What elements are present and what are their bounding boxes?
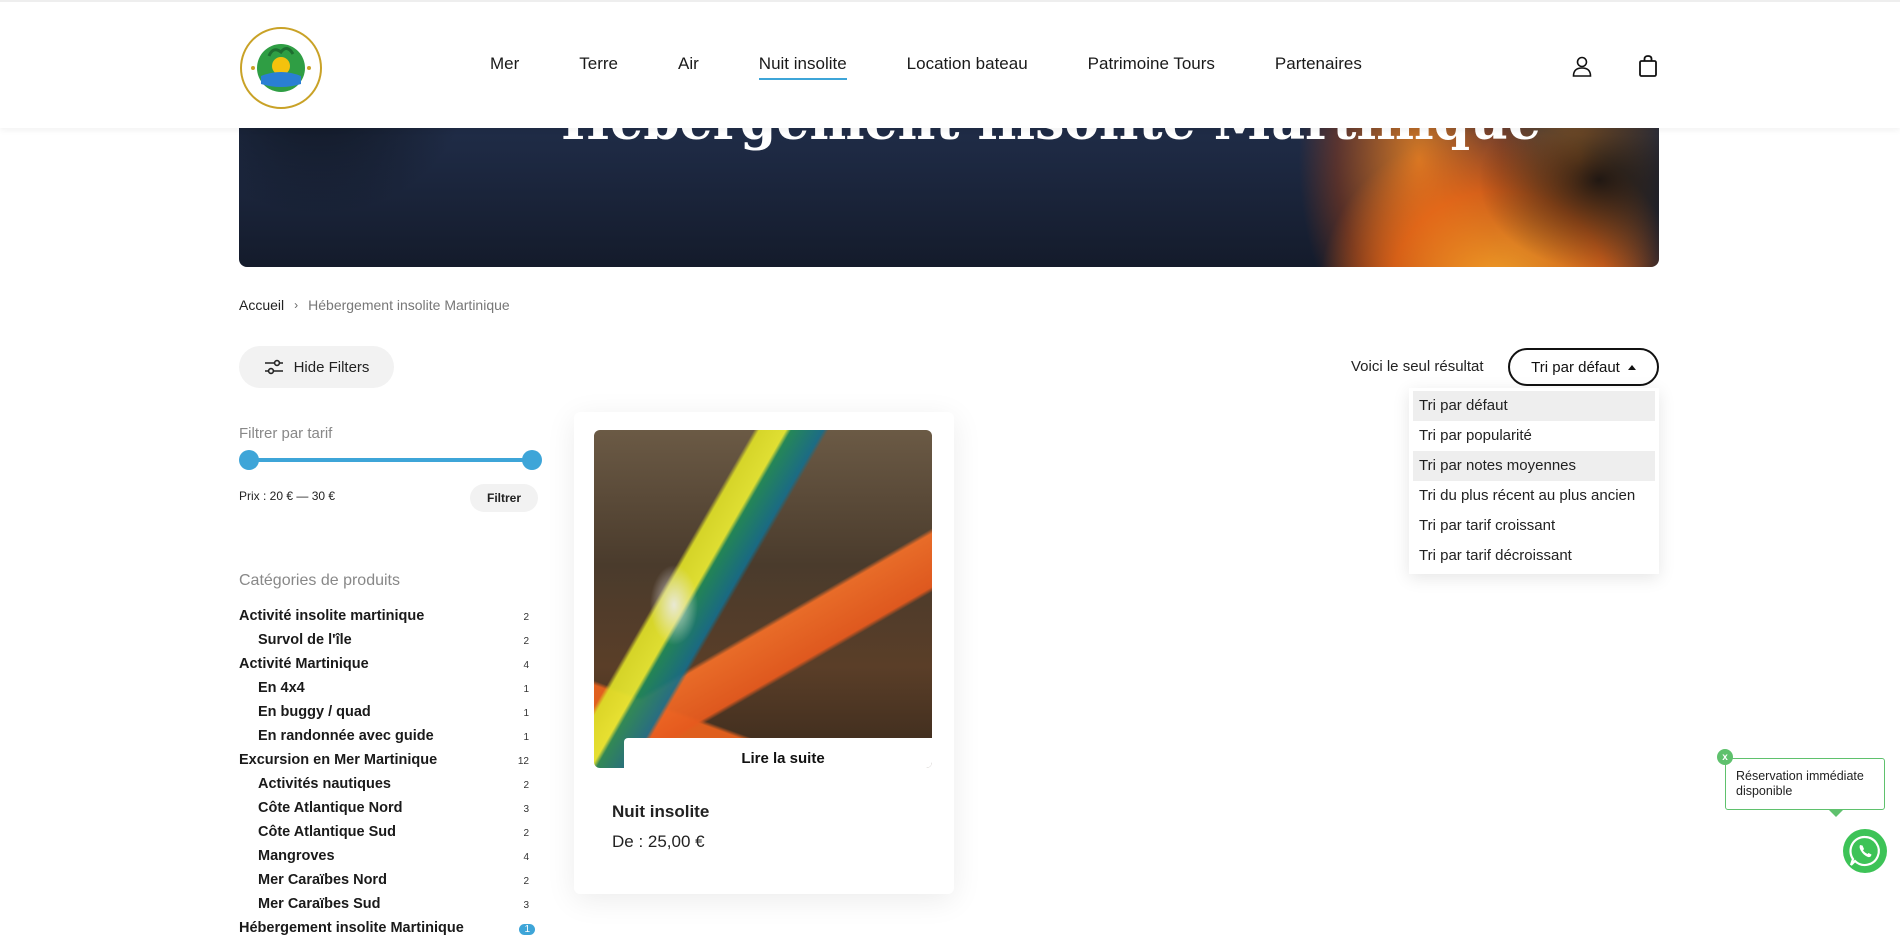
category-item[interactable]: En 4x4 1 (239, 676, 539, 700)
category-item[interactable]: Côte Atlantique Sud 2 (239, 820, 539, 844)
category-count: 1 (519, 924, 535, 935)
category-count: 3 (523, 900, 529, 911)
sort-option-rating[interactable]: Tri par notes moyennes (1413, 451, 1655, 481)
sort-option-date[interactable]: Tri du plus récent au plus ancien (1413, 481, 1655, 511)
site-header: Mer Terre Air Nuit insolite Location bat… (0, 0, 1900, 128)
price-slider-track[interactable] (248, 458, 532, 462)
nav-partenaires[interactable]: Partenaires (1275, 54, 1362, 80)
category-count: 1 (523, 732, 529, 743)
category-count: 4 (523, 852, 529, 863)
nav-patrimoine-tours[interactable]: Patrimoine Tours (1088, 54, 1215, 80)
category-label: En 4x4 (258, 680, 305, 696)
sort-option-price-asc[interactable]: Tri par tarif croissant (1413, 511, 1655, 541)
category-count: 4 (523, 660, 529, 671)
categories-title: Catégories de produits (239, 572, 400, 589)
category-item[interactable]: Mer Caraïbes Nord 2 (239, 868, 539, 892)
nav-terre[interactable]: Terre (579, 54, 618, 80)
category-label: Activité Martinique (239, 656, 369, 672)
main-nav: Mer Terre Air Nuit insolite Location bat… (490, 54, 1422, 80)
category-count: 1 (523, 708, 529, 719)
category-item[interactable]: Excursion en Mer Martinique 12 (239, 748, 539, 772)
filter-button[interactable]: Filtrer (470, 484, 538, 512)
category-item[interactable]: Activité insolite martinique 2 (239, 604, 539, 628)
sort-option-popularity[interactable]: Tri par popularité (1413, 421, 1655, 451)
sort-select[interactable]: Tri par défaut (1508, 348, 1659, 386)
breadcrumb-current: Hébergement insolite Martinique (308, 297, 510, 313)
product-card[interactable]: Lire la suite Nuit insolite De : 25,00 € (574, 412, 954, 894)
category-count: 1 (523, 684, 529, 695)
hide-filters-button[interactable]: Hide Filters (239, 346, 394, 388)
user-icon[interactable] (1570, 54, 1594, 78)
category-label: Activités nautiques (258, 776, 391, 792)
nav-mer[interactable]: Mer (490, 54, 519, 80)
sort-option-price-desc[interactable]: Tri par tarif décroissant (1413, 541, 1655, 571)
category-item[interactable]: En buggy / quad 1 (239, 700, 539, 724)
sliders-icon (264, 359, 283, 375)
category-list: Activité insolite martinique 2 Survol de l… (239, 604, 539, 939)
category-item[interactable]: En randonnée avec guide 1 (239, 724, 539, 748)
price-slider-max-handle[interactable] (522, 450, 542, 470)
category-label: En randonnée avec guide (258, 728, 434, 744)
category-count: 2 (523, 876, 529, 887)
nav-nuit-insolite[interactable]: Nuit insolite (758, 54, 847, 80)
category-count: 3 (523, 804, 529, 815)
category-item[interactable]: Activités nautiques 2 (239, 772, 539, 796)
category-count: 2 (523, 780, 529, 791)
breadcrumb: Accueil › Hébergement insolite Martiniqu… (239, 297, 510, 313)
price-filter-title: Filtrer par tarif (239, 425, 333, 442)
price-slider-min-handle[interactable] (239, 450, 259, 470)
caret-up-icon (1627, 364, 1636, 370)
product-name[interactable]: Nuit insolite (612, 802, 709, 822)
category-item[interactable]: Activité Martinique 4 (239, 652, 539, 676)
category-item[interactable]: Hébergement insolite Martinique 1 (239, 916, 539, 939)
category-label: Mangroves (258, 848, 335, 864)
product-price: De : 25,00 € (612, 832, 705, 851)
category-label: Activité insolite martinique (239, 608, 425, 624)
category-label: Hébergement insolite Martinique (239, 920, 464, 936)
category-item[interactable]: Mer Caraïbes Sud 3 (239, 892, 539, 916)
read-more-button[interactable]: Lire la suite (624, 738, 932, 768)
sort-dropdown-menu: Tri par défaut Tri par popularité Tri pa… (1409, 388, 1659, 574)
category-item[interactable]: Survol de l'île 2 (239, 628, 539, 652)
product-image-people (634, 550, 714, 660)
shopping-bag-icon[interactable] (1636, 54, 1660, 78)
category-label: Survol de l'île (258, 632, 352, 648)
product-image[interactable]: Lire la suite (594, 430, 932, 768)
category-label: Excursion en Mer Martinique (239, 752, 438, 768)
category-count: 2 (523, 636, 529, 647)
category-count: 12 (517, 756, 529, 767)
result-count: Voici le seul résultat (1351, 358, 1484, 375)
sort-selected-label: Tri par défaut (1531, 358, 1620, 376)
category-label: Mer Caraïbes Sud (258, 896, 381, 912)
category-item[interactable]: Mangroves 4 (239, 844, 539, 868)
category-label: Côte Atlantique Nord (258, 800, 403, 816)
logo-emblem-icon (240, 27, 322, 109)
category-count: 2 (523, 612, 529, 623)
close-icon[interactable]: x (1717, 749, 1733, 765)
nav-location-bateau[interactable]: Location bateau (907, 54, 1028, 80)
breadcrumb-home[interactable]: Accueil (239, 297, 284, 313)
whatsapp-icon (1849, 835, 1880, 867)
category-count: 2 (523, 828, 529, 839)
sort-option-default[interactable]: Tri par défaut (1413, 391, 1655, 421)
chevron-right-icon: › (294, 298, 299, 312)
site-logo[interactable] (239, 26, 323, 110)
whatsapp-tooltip: Réservation immédiate disponible (1725, 758, 1885, 817)
category-item[interactable]: Côte Atlantique Nord 3 (239, 796, 539, 820)
nav-air[interactable]: Air (678, 54, 699, 80)
category-label: Côte Atlantique Sud (258, 824, 397, 840)
category-label: Mer Caraïbes Nord (258, 872, 387, 888)
price-range-label: Prix : 20 € — 30 € (239, 489, 336, 503)
hide-filters-label: Hide Filters (293, 358, 370, 376)
whatsapp-button[interactable] (1843, 829, 1887, 873)
category-label: En buggy / quad (258, 704, 371, 720)
